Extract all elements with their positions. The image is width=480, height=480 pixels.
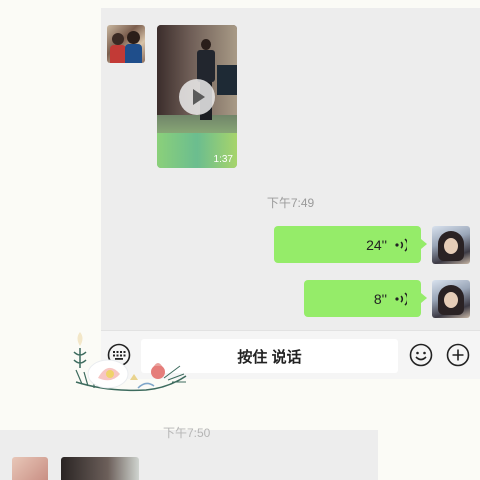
voice-duration: 8'' (373, 290, 387, 307)
chat-panel: 1:37 下午7:49 24'' 8'' (101, 8, 480, 330)
my-avatar[interactable] (432, 280, 470, 318)
flower-decoration (73, 332, 187, 392)
contact-avatar[interactable] (107, 25, 145, 63)
contact-avatar[interactable] (12, 457, 48, 480)
voice-message[interactable]: 24'' (274, 226, 427, 263)
plus-icon[interactable] (446, 343, 470, 367)
video-message[interactable]: 1:37 (157, 25, 237, 168)
my-avatar[interactable] (432, 226, 470, 264)
image-message[interactable] (61, 457, 139, 480)
voice-wave-icon (395, 237, 407, 252)
message-timestamp: 下午7:50 (163, 426, 211, 440)
message-timestamp: 下午7:49 (266, 196, 315, 210)
play-icon[interactable] (179, 79, 215, 115)
video-duration: 1:37 (213, 154, 233, 165)
chat-panel-lower: 下午7:50 (0, 426, 378, 480)
emoji-icon[interactable] (409, 343, 433, 367)
voice-message[interactable]: 8'' (304, 280, 427, 317)
voice-duration: 24'' (366, 236, 387, 253)
voice-wave-icon (395, 291, 407, 306)
